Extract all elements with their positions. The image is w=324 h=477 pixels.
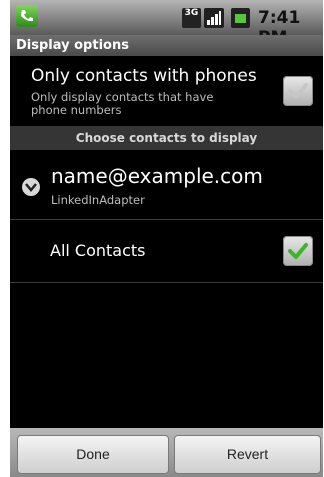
all-contacts-option[interactable]: All Contacts bbox=[10, 220, 323, 282]
divider bbox=[10, 282, 323, 283]
only-phones-checkbox[interactable] bbox=[283, 76, 313, 106]
account-type: LinkedInAdapter bbox=[51, 193, 145, 207]
only-phones-summary: Only display contacts that have phone nu… bbox=[31, 90, 214, 117]
done-button[interactable]: Done bbox=[17, 435, 169, 474]
only-phones-label: Only contacts with phones bbox=[31, 66, 257, 86]
section-header: Choose contacts to display bbox=[10, 126, 323, 150]
only-phones-option[interactable]: Only contacts with phones Only display c… bbox=[10, 56, 323, 126]
chevron-down-icon[interactable] bbox=[22, 178, 40, 196]
phone-notification-icon bbox=[16, 5, 38, 27]
button-bar: Done Revert bbox=[10, 428, 323, 477]
status-bar: 3G 7:41 PM bbox=[10, 0, 323, 48]
phone-screen: 3G 7:41 PM Display options Only contacts… bbox=[10, 0, 323, 477]
signal-icon bbox=[204, 8, 224, 28]
3g-icon: 3G bbox=[182, 8, 201, 28]
revert-button[interactable]: Revert bbox=[174, 435, 321, 474]
all-contacts-checkbox[interactable] bbox=[283, 236, 313, 266]
all-contacts-label: All Contacts bbox=[50, 241, 146, 260]
account-name: name@example.com bbox=[51, 164, 263, 188]
page-title: Display options bbox=[10, 35, 323, 56]
battery-icon bbox=[231, 8, 250, 28]
account-group[interactable]: name@example.com LinkedInAdapter bbox=[10, 150, 323, 219]
